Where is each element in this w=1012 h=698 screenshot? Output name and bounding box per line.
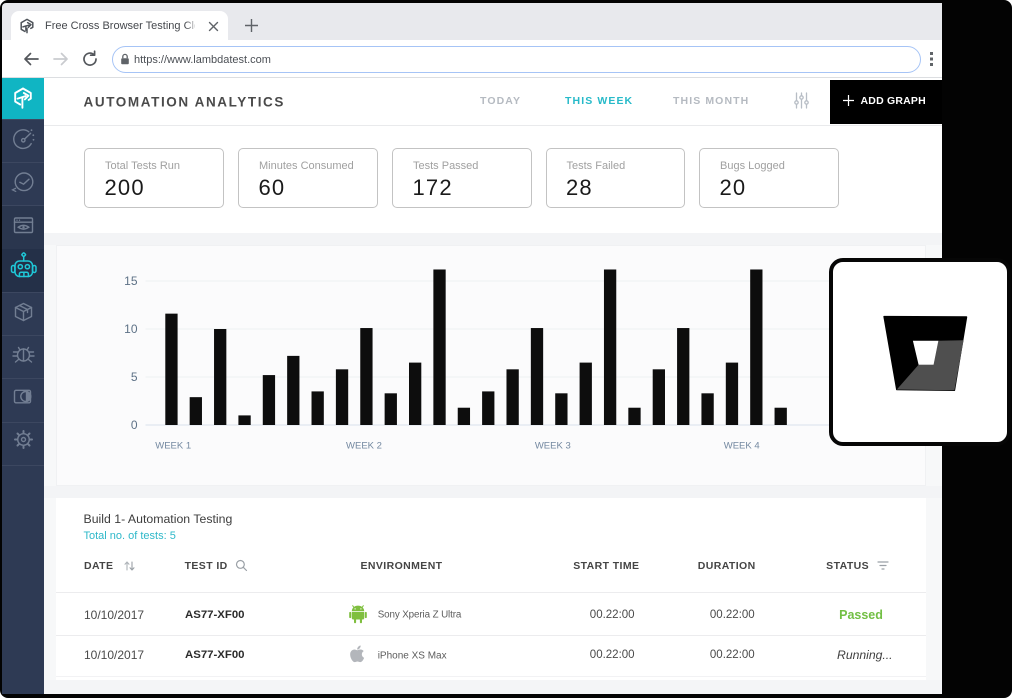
- svg-text:WEEK 1: WEEK 1: [155, 440, 191, 451]
- svg-text:15: 15: [124, 274, 138, 288]
- svg-text:10: 10: [124, 322, 138, 336]
- svg-text:5: 5: [130, 370, 137, 384]
- svg-text:WEEK 2: WEEK 2: [346, 440, 382, 451]
- svg-text:WEEK 3: WEEK 3: [534, 440, 570, 451]
- svg-text:0: 0: [130, 418, 137, 432]
- svg-text:WEEK 4: WEEK 4: [723, 440, 759, 451]
